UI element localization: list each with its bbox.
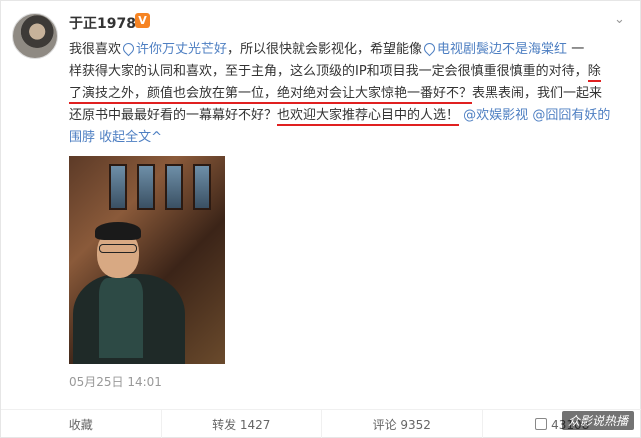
mention-link[interactable]: 围脖	[69, 130, 95, 145]
topic-link[interactable]: 电视剧鬓边不是海棠红	[437, 42, 567, 57]
content-line-2: 样获得大家的认同和喜欢，至于主角，这么顶级的IP和项目我一定会很慎重很慎重的对待…	[69, 61, 629, 83]
post-timestamp[interactable]: 05月25日 14:01	[69, 373, 162, 390]
content-line-4: 还原书中最最好看的一幕幕好不好？也欢迎大家推荐心目中的人选！ @欢娱影视 @囧囧…	[69, 105, 629, 127]
mention-link[interactable]: @囧囧有妖的	[532, 108, 610, 123]
content-text: 表黑表闹，我们一起来	[472, 86, 603, 101]
content-line-5: 围脖 收起全文^	[69, 127, 629, 149]
weibo-post-card: 于正1978 V ⌄ 我很喜欢 许你万丈光芒好，所以很快就会影视化，希望能像 电视剧…	[0, 0, 641, 438]
watermark: 众影说热播	[561, 411, 634, 430]
mention-link[interactable]: @欢娱影视	[463, 108, 528, 123]
highlighted-text: 颜值也会放在第一位，	[147, 86, 278, 104]
photo-window	[137, 164, 155, 210]
favorite-button[interactable]: 收藏	[1, 410, 162, 438]
comment-button[interactable]: 评论 9352	[322, 410, 483, 438]
avatar[interactable]	[12, 13, 58, 59]
photo-window	[193, 164, 211, 210]
location-pin-icon	[421, 40, 438, 57]
content-text: ，所以很快就会影视化，希望能像	[227, 42, 423, 57]
photo-window	[109, 164, 127, 210]
thumbs-up-icon	[535, 418, 548, 430]
post-content: 我很喜欢 许你万丈光芒好，所以很快就会影视化，希望能像 电视剧鬓边不是海棠红 一 样…	[69, 39, 629, 149]
highlighted-text: 除	[587, 64, 601, 82]
content-text: 还原书中最最好看的一幕幕好不好？	[69, 108, 278, 123]
repost-button[interactable]: 转发 1427	[162, 410, 322, 438]
content-line-3: 了演技之外，颜值也会放在第一位，绝对绝对会让大家惊艳一番好不？表黑表闹，我们一起…	[69, 83, 629, 105]
collapse-button[interactable]: 收起全文	[99, 130, 151, 145]
verified-badge-icon: V	[135, 13, 150, 28]
highlighted-text: 也欢迎大家推荐心目中的人选！	[277, 108, 460, 126]
highlighted-text: 绝对绝对会让大家惊艳一番好不？	[277, 86, 473, 104]
username[interactable]: 于正1978	[69, 13, 136, 33]
content-text: 一	[571, 42, 585, 57]
location-pin-icon	[120, 40, 137, 57]
photo-person-hair	[95, 222, 141, 240]
content-line-1: 我很喜欢 许你万丈光芒好，所以很快就会影视化，希望能像 电视剧鬓边不是海棠红 一	[69, 39, 629, 61]
action-bar: 收藏 转发 1427 评论 9352 43108	[1, 409, 641, 438]
photo-person-glasses	[99, 244, 137, 253]
photo-person-shirt	[99, 278, 143, 358]
post-photo[interactable]	[69, 156, 225, 364]
photo-window	[165, 164, 183, 210]
content-text: 样获得大家的认同和喜欢，至于主角，这么顶级的IP和项目我一定会很慎重很慎重的对待…	[69, 64, 588, 79]
highlighted-text: 了演技之外，	[69, 86, 148, 104]
content-text: 我很喜欢	[69, 42, 122, 57]
chevron-down-icon[interactable]: ⌄	[614, 13, 628, 26]
topic-link[interactable]: 许你万丈光芒好	[136, 42, 227, 57]
collapse-icon[interactable]: ^	[151, 130, 162, 145]
